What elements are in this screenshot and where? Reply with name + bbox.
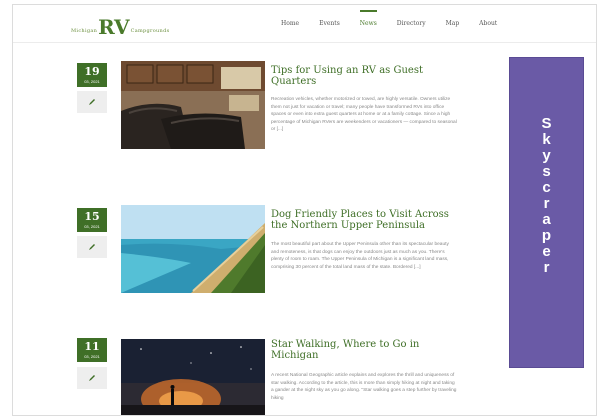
ad-letter: a bbox=[542, 211, 551, 228]
post-excerpt: A recent National Geographic article exp… bbox=[271, 373, 457, 401]
post-day: 11 bbox=[84, 340, 100, 353]
rv-interior-image bbox=[121, 61, 265, 149]
nav-item-events[interactable]: Events bbox=[319, 20, 340, 27]
date-badge: 11 03, 2021 bbox=[77, 338, 107, 362]
post-format-box bbox=[77, 236, 107, 258]
date-badge: 19 03, 2021 bbox=[77, 63, 107, 87]
post-format-box bbox=[77, 91, 107, 113]
post-day: 19 bbox=[84, 65, 100, 78]
coastline-image bbox=[121, 205, 265, 293]
logo-rv-text: RV bbox=[98, 15, 130, 39]
nav-item-home[interactable]: Home bbox=[281, 20, 299, 27]
post-thumbnail[interactable] bbox=[121, 205, 265, 293]
logo-right-text: Campgrounds bbox=[130, 28, 170, 34]
nav-item-directory[interactable]: Directory bbox=[397, 20, 426, 27]
post-excerpt: The most beautiful part about the Upper … bbox=[271, 242, 449, 270]
ad-letter: k bbox=[542, 131, 551, 148]
ad-letter: e bbox=[542, 243, 551, 260]
nav-item-news[interactable]: News bbox=[359, 10, 377, 27]
post-format-box bbox=[77, 367, 107, 389]
post-month: 03, 2021 bbox=[84, 354, 100, 359]
post-excerpt: Recreation vehicles, whether motorized o… bbox=[271, 97, 457, 133]
site-header: Michigan RV Campgrounds Home Events News… bbox=[13, 5, 596, 43]
post-title[interactable]: Star Walking, Where to Go in Michigan bbox=[271, 339, 461, 361]
ad-letter: r bbox=[543, 195, 550, 212]
ad-letter: s bbox=[542, 163, 551, 180]
pencil-icon bbox=[89, 99, 95, 105]
ad-letter: p bbox=[541, 227, 552, 244]
ad-letter: c bbox=[542, 179, 551, 196]
post-thumbnail[interactable] bbox=[121, 339, 265, 415]
ad-letter: r bbox=[543, 259, 550, 276]
ad-letter: S bbox=[541, 115, 552, 132]
ad-letter: y bbox=[542, 147, 551, 164]
post-day: 15 bbox=[84, 210, 100, 223]
post-thumbnail[interactable] bbox=[121, 61, 265, 149]
date-badge: 15 03, 2021 bbox=[77, 208, 107, 232]
post-title[interactable]: Tips for Using an RV as Guest Quarters bbox=[271, 65, 461, 87]
site-logo[interactable]: Michigan RV Campgrounds bbox=[71, 13, 169, 37]
nav-item-map[interactable]: Map bbox=[446, 20, 460, 27]
main-nav: Home Events News Directory Map About bbox=[281, 10, 517, 27]
post-month: 03, 2021 bbox=[84, 79, 100, 84]
skyscraper-ad[interactable]: S k y s c r a p e r bbox=[509, 57, 584, 368]
night-sky-image bbox=[121, 339, 265, 415]
browser-page: Michigan RV Campgrounds Home Events News… bbox=[12, 4, 597, 416]
pencil-icon bbox=[89, 375, 95, 381]
nav-item-about[interactable]: About bbox=[479, 20, 497, 27]
pencil-icon bbox=[89, 244, 95, 250]
post-title[interactable]: Dog Friendly Places to Visit Across the … bbox=[271, 209, 461, 231]
post-month: 03, 2021 bbox=[84, 224, 100, 229]
logo-left-text: Michigan bbox=[71, 28, 98, 34]
